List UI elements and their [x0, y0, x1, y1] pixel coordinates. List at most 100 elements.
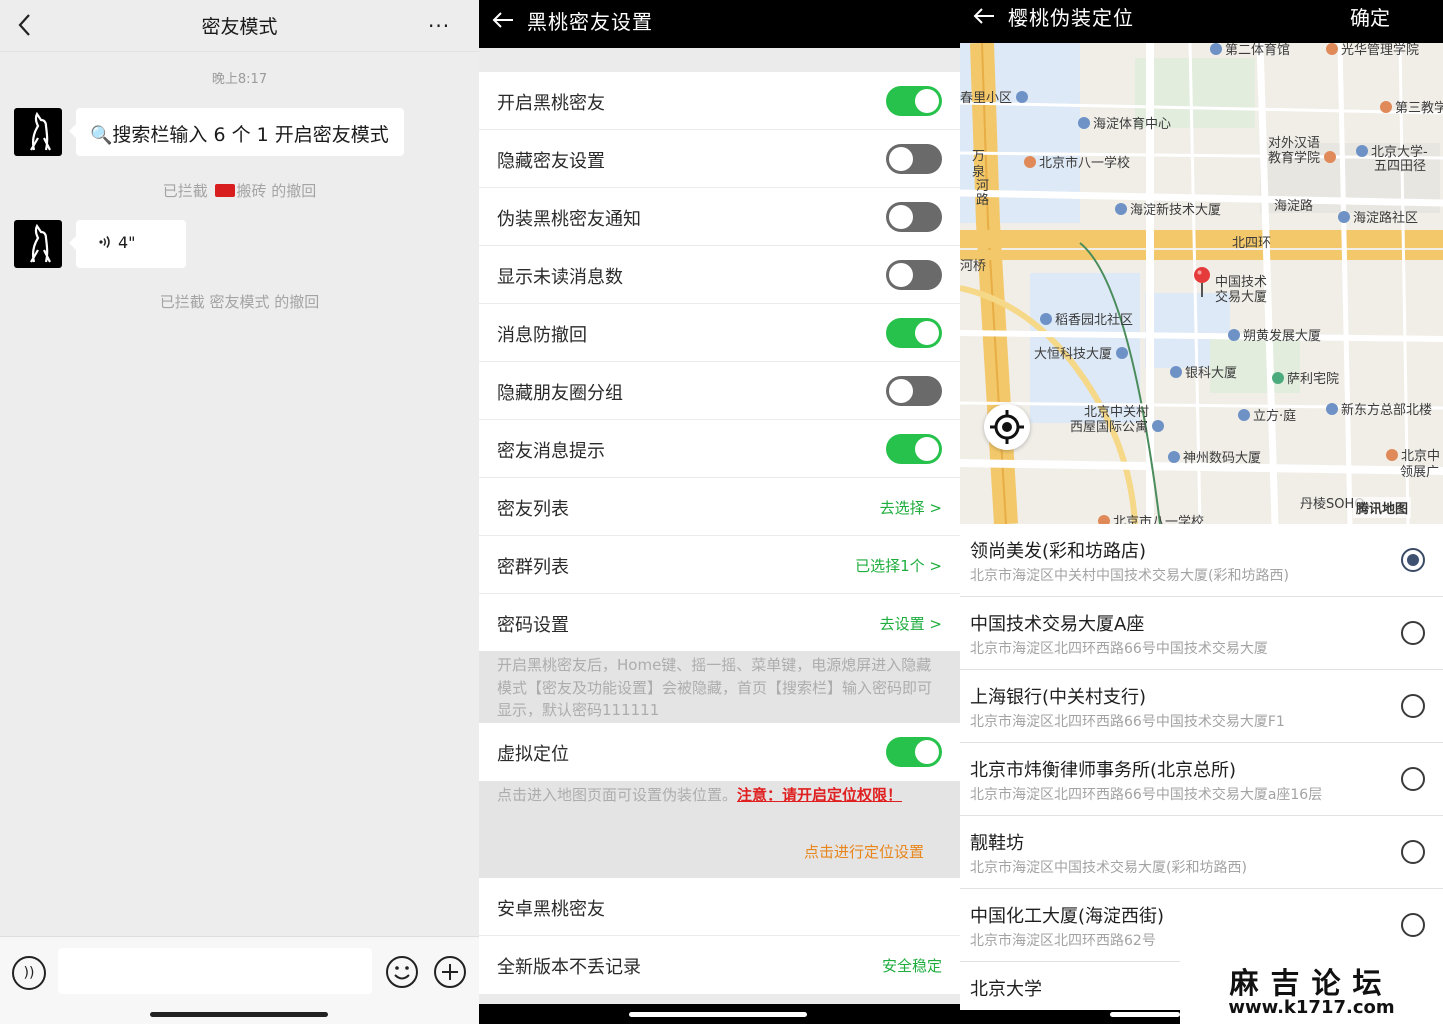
- radio-button[interactable]: [1401, 621, 1425, 645]
- locate-me-icon[interactable]: [984, 404, 1030, 450]
- status-link[interactable]: 安全稳定: [882, 955, 942, 976]
- toggle-switch[interactable]: [886, 376, 942, 406]
- voice-icon[interactable]: )): [12, 956, 46, 990]
- toggle-switch[interactable]: [886, 434, 942, 464]
- place-item[interactable]: 靓鞋坊 北京市海淀区中国技术交易大厦(彩和坊路西): [960, 816, 1443, 889]
- setting-label: 密群列表: [497, 557, 569, 578]
- map-label: 西屋国际公寓: [1070, 416, 1167, 435]
- map-label: 海淀路社区: [1338, 207, 1418, 226]
- emoji-icon[interactable]: [385, 955, 419, 989]
- place-address: 北京市海淀区中关村中国技术交易大厦(彩和坊路西): [970, 568, 1289, 584]
- map-label: 立方·庭: [1238, 405, 1296, 424]
- map-label: 交易大厦: [1215, 290, 1268, 305]
- place-address: 北京市海淀区北四环西路66号中国技术交易大厦a座16层: [970, 787, 1323, 803]
- cat-avatar-icon: [30, 111, 51, 151]
- map-label: 银科大厦: [1170, 362, 1237, 381]
- map-label: 海淀路: [1274, 199, 1314, 214]
- chat-header: 密友模式 ···: [0, 0, 479, 52]
- setting-row[interactable]: 全新版本不丢记录 安全稳定: [479, 936, 960, 994]
- toggle-switch[interactable]: [886, 144, 942, 174]
- setting-row[interactable]: 密码设置 去设置 >: [479, 594, 960, 652]
- location-setting-link[interactable]: 点击进行定位设置: [804, 841, 924, 864]
- place-name: 中国技术交易大厦A座: [970, 614, 1145, 635]
- hidden-mode-note: 开启黑桃密友后，Home键、摇一摇、菜单键，电源熄屏进入隐藏模式【密友及功能设置…: [479, 651, 960, 723]
- place-address: 北京市海淀区北四环西路66号中国技术交易大厦: [970, 641, 1268, 657]
- setting-row[interactable]: 消息防撤回: [479, 304, 960, 362]
- place-address: 北京市海淀区北四环西路66号中国技术交易大厦F1: [970, 714, 1285, 730]
- place-item[interactable]: 中国技术交易大厦A座北京市海淀区北四环西路66号中国技术交易大厦: [960, 597, 1443, 670]
- setting-label: 全新版本不丢记录: [497, 957, 641, 978]
- voice-wave-icon: [99, 236, 110, 248]
- toggle-switch[interactable]: [886, 260, 942, 290]
- setting-row[interactable]: 隐藏密友设置: [479, 130, 960, 188]
- setting-row[interactable]: 密友列表 去选择 >: [479, 478, 960, 536]
- toggle-switch[interactable]: [886, 737, 942, 767]
- recall-notice: 已拦截 密友模式 的撤回: [159, 293, 320, 311]
- setting-row[interactable]: 密友消息提示: [479, 420, 960, 478]
- voice-message-bubble[interactable]: 4": [69, 220, 186, 268]
- map-label: 领展广: [1400, 465, 1440, 480]
- input-bar: )): [0, 936, 479, 1024]
- permission-warning: 注意：请开启定位权限！: [737, 786, 903, 804]
- map-label: 路: [976, 193, 990, 208]
- radio-button[interactable]: [1401, 913, 1425, 937]
- map-label: 新东方总部北楼: [1326, 399, 1432, 418]
- setting-row[interactable]: 安卓黑桃密友: [479, 878, 960, 936]
- setting-row[interactable]: 开启黑桃密友: [479, 72, 960, 130]
- map-label: 第三教学: [1380, 97, 1443, 116]
- avatar[interactable]: [14, 220, 62, 268]
- map-label: 北京市八一学校: [1098, 511, 1204, 524]
- setting-row[interactable]: 密群列表 已选择1个 >: [479, 536, 960, 594]
- plus-icon[interactable]: [433, 955, 467, 989]
- place-list: 领尚美发(彩和坊路店) 北京市海淀区中关村中国技术交易大厦(彩和坊路西) 中国技术…: [960, 524, 1443, 1024]
- virtual-location-row[interactable]: 虚拟定位: [479, 723, 960, 781]
- watermark-title: 麻吉论坛: [1229, 966, 1394, 1000]
- radio-button[interactable]: [1401, 694, 1425, 718]
- map-label: 海淀新技术大厦: [1115, 199, 1221, 218]
- back-arrow-icon[interactable]: [970, 4, 1000, 28]
- map-label: 春里小区: [960, 87, 1031, 106]
- toggle-switch[interactable]: [886, 318, 942, 348]
- place-item[interactable]: 领尚美发(彩和坊路店) 北京市海淀区中关村中国技术交易大厦(彩和坊路西): [960, 524, 1443, 597]
- avatar[interactable]: [14, 108, 62, 156]
- setting-label: 显示未读消息数: [497, 267, 623, 288]
- place-name: 北京市炜衡律师事务所(北京总所): [970, 760, 1237, 781]
- toggle-switch[interactable]: [886, 86, 942, 116]
- confirm-button[interactable]: 确定: [1350, 2, 1390, 31]
- radio-button[interactable]: [1401, 840, 1425, 864]
- map-label: 大恒科技大厦: [1034, 343, 1131, 362]
- place-item[interactable]: 上海银行(中关村支行) 北京市海淀区北四环西路66号中国技术交易大厦F1: [960, 670, 1443, 743]
- radio-button[interactable]: [1401, 767, 1425, 791]
- place-item[interactable]: 北京市炜衡律师事务所(北京总所) 北京市海淀区北四环西路66号中国技术交易大厦a座…: [960, 743, 1443, 816]
- message-text: 搜索栏输入 6 个 1 开启密友模式: [112, 124, 389, 146]
- select-link[interactable]: 去选择 >: [880, 497, 942, 518]
- radio-selected[interactable]: [1401, 548, 1425, 572]
- home-indicator: [629, 1012, 807, 1017]
- map-view[interactable]: 第二体育馆 光华管理学院 第三教学 春里小区 海淀体育中心 对外汉语 教育学院 …: [960, 43, 1443, 524]
- map-label: 北京市八一学校: [1024, 152, 1130, 171]
- place-name: 中国化工大厦(海淀西街): [970, 906, 1165, 927]
- setting-row[interactable]: 显示未读消息数: [479, 246, 960, 304]
- select-link[interactable]: 已选择1个 >: [855, 555, 942, 576]
- place-address: 北京市海淀区北四环西路62号: [970, 933, 1156, 949]
- location-header: 樱桃伪装定位 确定: [960, 0, 1443, 43]
- back-arrow-icon[interactable]: [489, 8, 519, 32]
- message-time: 晚上8:17: [211, 72, 268, 87]
- map-label: 萨利宅院: [1272, 368, 1339, 387]
- message-bubble[interactable]: 🔍搜索栏输入 6 个 1 开启密友模式: [69, 108, 404, 156]
- place-item[interactable]: 中国化工大厦(海淀西街) 北京市海淀区北四环西路62号: [960, 889, 1443, 962]
- map-label: 五四田径: [1374, 159, 1427, 174]
- select-link[interactable]: 去设置 >: [880, 613, 942, 634]
- place-name: 北京大学: [970, 979, 1042, 1000]
- settings-list: 开启黑桃密友 隐藏密友设置 伪装黑桃密友通知 显示未读消息数 消息防撤回 隐藏朋…: [479, 72, 960, 652]
- setting-label: 伪装黑桃密友通知: [497, 209, 641, 230]
- more-icon[interactable]: ···: [428, 14, 450, 38]
- setting-row[interactable]: 伪装黑桃密友通知: [479, 188, 960, 246]
- toggle-switch[interactable]: [886, 202, 942, 232]
- setting-row[interactable]: 隐藏朋友圈分组: [479, 362, 960, 420]
- settings-header: 黑桃密友设置: [479, 0, 960, 48]
- setting-label: 消息防撤回: [497, 325, 587, 346]
- map-label: 神州数码大厦: [1168, 447, 1261, 466]
- setting-label: 开启黑桃密友: [497, 93, 605, 114]
- message-input[interactable]: [58, 948, 372, 994]
